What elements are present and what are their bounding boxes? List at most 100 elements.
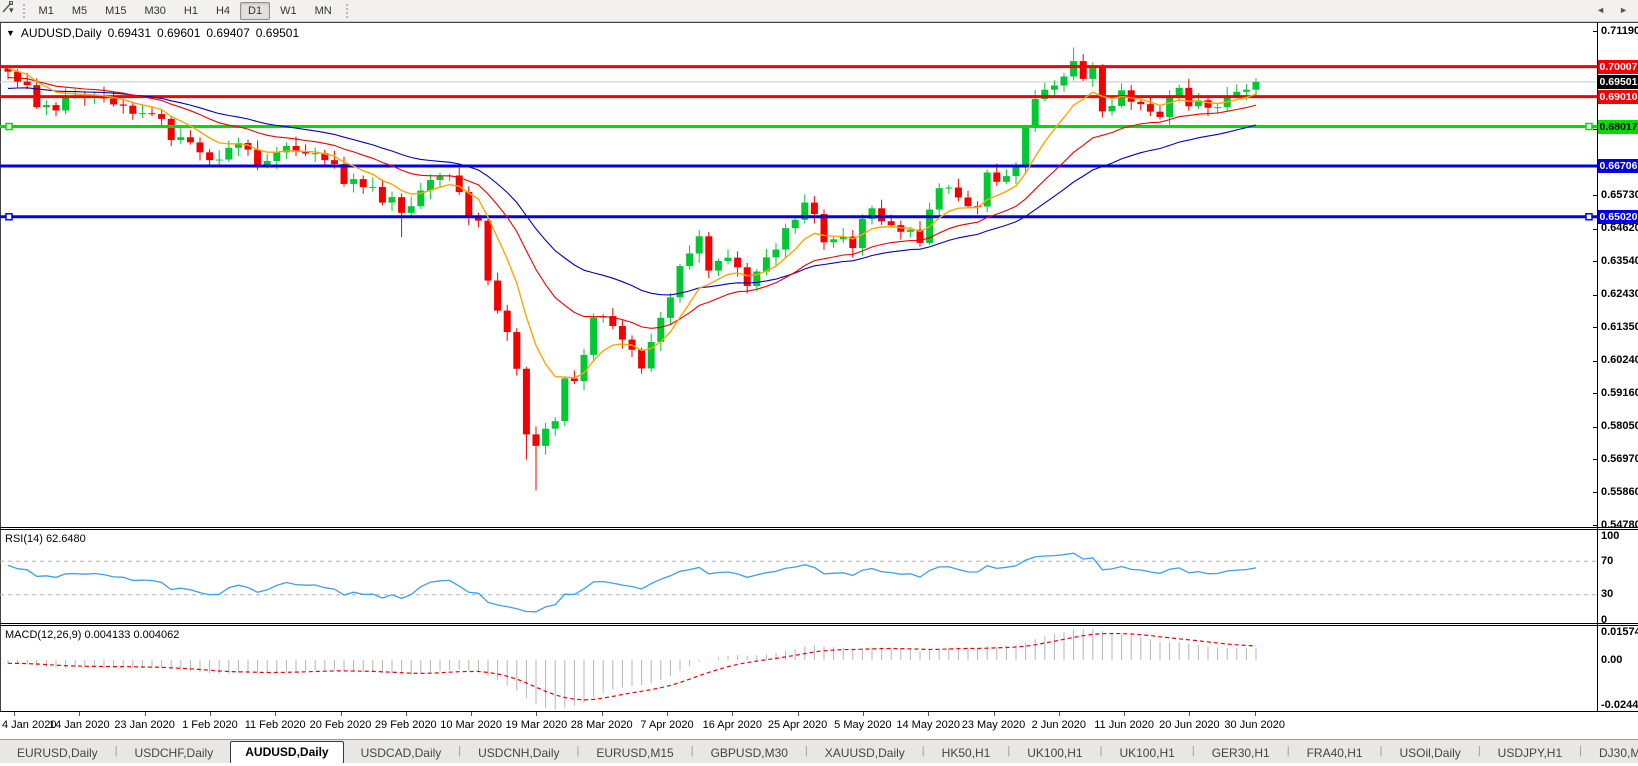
chart-symbol-label: AUDUSD,Daily	[20, 26, 102, 40]
timeframe-button-d1[interactable]: D1	[240, 1, 271, 20]
time-axis-label: 14 Jan 2020	[49, 719, 110, 731]
chart-tab-usoil-daily[interactable]: USOil,Daily	[1382, 743, 1477, 764]
scroll-tabs-left-icon[interactable]: ◄	[1596, 5, 1605, 15]
trading-platform-window: ▾ M1 M5 M15 M30 H1 H4 D1 W1 MN ▼ AUDUSD,Daily 0.…	[0, 0, 1638, 766]
draw-tool-button[interactable]: ▾	[0, 1, 18, 21]
time-axis-tick-mark	[667, 712, 668, 716]
time-axis-tick-mark	[732, 712, 734, 716]
ohlc-low-value: 0.69407	[206, 26, 250, 40]
time-axis-tick-mark	[471, 712, 473, 716]
time-axis-tick-mark	[928, 712, 930, 716]
toolbar-grip	[22, 3, 25, 18]
timeframe-button-m1[interactable]: M1	[31, 2, 62, 20]
timeframe-button-w1[interactable]: W1	[272, 2, 305, 20]
time-axis-label: 5 May 2020	[834, 719, 892, 731]
time-axis-tick-mark	[993, 712, 995, 716]
chart-tab-hk50-h1[interactable]: HK50,H1	[925, 743, 1008, 764]
chart-tab-bar: EURUSD,Daily | USDCHF,Daily AUDUSD,Daily USD…	[0, 739, 1638, 764]
rsi-indicator-label: RSI(14) 62.6480	[5, 533, 86, 545]
time-axis-label: 14 May 2020	[896, 719, 960, 731]
time-axis-tick-mark	[340, 712, 342, 716]
chart-tab-audusd-daily[interactable]: AUDUSD,Daily	[230, 741, 344, 764]
time-axis-tick-mark	[14, 712, 15, 716]
chart-tab-usdcad-daily[interactable]: USDCAD,Daily	[344, 743, 459, 764]
fast-ma-line	[7, 67, 1257, 379]
line-handle[interactable]	[1585, 212, 1593, 221]
medium-ma-line	[7, 77, 1257, 329]
time-axis-tick-mark	[209, 712, 211, 716]
time-axis-tick-mark	[405, 712, 407, 716]
chart-tab-usdchf-daily[interactable]: USDCHF,Daily	[118, 743, 231, 764]
line-handle[interactable]	[5, 212, 13, 221]
timeframe-button-group: M1 M5 M15 M30 H1 H4 D1 W1 MN	[30, 1, 341, 21]
timeframe-button-m30[interactable]: M30	[137, 2, 174, 20]
time-axis-label: 10 Mar 2020	[440, 719, 502, 731]
timeframe-button-m5[interactable]: M5	[64, 2, 95, 20]
time-axis-tick-mark	[1058, 712, 1060, 716]
time-axis-tick-mark	[79, 712, 81, 716]
time-axis-label: 29 Feb 2020	[374, 719, 437, 731]
time-axis-label: 20 Feb 2020	[309, 719, 372, 731]
macd-panel	[7, 628, 1257, 710]
moving-averages-layer	[7, 67, 1257, 379]
time-axis-label: 25 Apr 2020	[767, 719, 828, 731]
time-axis-tick-mark	[601, 712, 603, 716]
time-axis-label: 7 Apr 2020	[640, 719, 694, 731]
chart-tab-xauusd-daily[interactable]: XAUUSD,Daily	[808, 743, 922, 764]
time-axis-label: 19 Mar 2020	[505, 719, 568, 731]
chart-tab-uk100-h1[interactable]: UK100,H1	[1010, 743, 1099, 764]
time-axis-tick-mark	[1124, 712, 1126, 716]
timeframe-button-mn[interactable]: MN	[307, 2, 340, 20]
macd-value: 0.004133	[84, 629, 131, 641]
chart-tab-usdcnh-daily[interactable]: USDCNH,Daily	[461, 743, 576, 764]
time-axis-tick-mark	[144, 712, 146, 716]
time-axis-tick-mark	[275, 712, 277, 716]
macd-indicator-label: MACD(12,26,9) 0.004133 0.004062	[5, 629, 180, 641]
time-axis-tick-mark	[536, 712, 538, 716]
chart-title-bar: ▼ AUDUSD,Daily 0.69431 0.69601 0.69407 0…	[6, 26, 299, 40]
time-axis-label: 23 May 2020	[961, 719, 1026, 731]
line-handle[interactable]	[5, 122, 13, 131]
time-axis: 4 Jan 2020 14 Jan 2020 23 Jan 2020 1 Feb 20…	[0, 712, 1638, 739]
time-axis-label: 23 Jan 2020	[114, 719, 175, 731]
chart-tab-usdjpy-h1[interactable]: USDJPY,H1	[1481, 743, 1579, 764]
time-axis-tick-mark	[1254, 712, 1256, 716]
time-axis-label: 1 Feb 2020	[182, 719, 238, 731]
ohlc-close-value: 0.69501	[255, 26, 300, 40]
tab-scroll-controls: ◄ ►	[1596, 5, 1628, 15]
timeframe-button-h1[interactable]: H1	[176, 2, 206, 20]
slow-ma-line	[7, 87, 1257, 296]
collapse-chart-icon[interactable]: ▼	[6, 28, 15, 38]
chart-window: ▼ AUDUSD,Daily 0.69431 0.69601 0.69407 0…	[0, 22, 1638, 712]
time-axis-label: 16 Apr 2020	[702, 719, 762, 731]
time-axis-label: 11 Feb 2020	[244, 719, 306, 731]
timeframe-button-h4[interactable]: H4	[208, 2, 238, 20]
chart-tab-eurusd-m15[interactable]: EURUSD,M15	[579, 743, 690, 764]
line-handle[interactable]	[1585, 122, 1593, 131]
time-axis-tick-mark	[797, 712, 799, 716]
time-axis-label: 28 Mar 2020	[570, 719, 633, 731]
rsi-panel	[0, 552, 1597, 613]
chart-tab-eurusd-daily[interactable]: EURUSD,Daily	[0, 743, 115, 764]
rsi-line	[7, 552, 1257, 613]
chart-tab-ger30-h1[interactable]: GER30,H1	[1195, 743, 1287, 764]
time-axis-label: 11 Jun 2020	[1094, 719, 1154, 731]
ohlc-open-value: 0.69431	[107, 26, 151, 40]
chart-tab-gbpusd-m30[interactable]: GBPUSD,M30	[694, 743, 805, 764]
draw-tool-icon	[2, 1, 13, 13]
time-axis-tick-mark	[1189, 712, 1191, 716]
chart-tab-fra40-h1[interactable]: FRA40,H1	[1290, 743, 1380, 764]
chart-tab-uk100-h1[interactable]: UK100,H1	[1102, 743, 1191, 764]
time-axis-tick-mark	[862, 712, 864, 716]
chart-tab-dj30-m15[interactable]: DJ30,M15	[1582, 743, 1638, 764]
time-axis-label: 2 Jun 2020	[1031, 719, 1087, 731]
rsi-value: 62.6480	[45, 533, 86, 545]
macd-signal-value: 0.004062	[133, 629, 180, 641]
time-axis-label: 20 Jun 2020	[1159, 719, 1220, 731]
candles-layer	[4, 47, 1260, 491]
scroll-tabs-right-icon[interactable]: ►	[1619, 5, 1628, 15]
timeframe-button-m15[interactable]: M15	[97, 2, 134, 20]
time-axis-label: 30 Jun 2020	[1224, 719, 1285, 731]
timeframe-toolbar: ▾ M1 M5 M15 M30 H1 H4 D1 W1 MN	[0, 0, 1638, 22]
ohlc-high-value: 0.69601	[157, 26, 201, 40]
